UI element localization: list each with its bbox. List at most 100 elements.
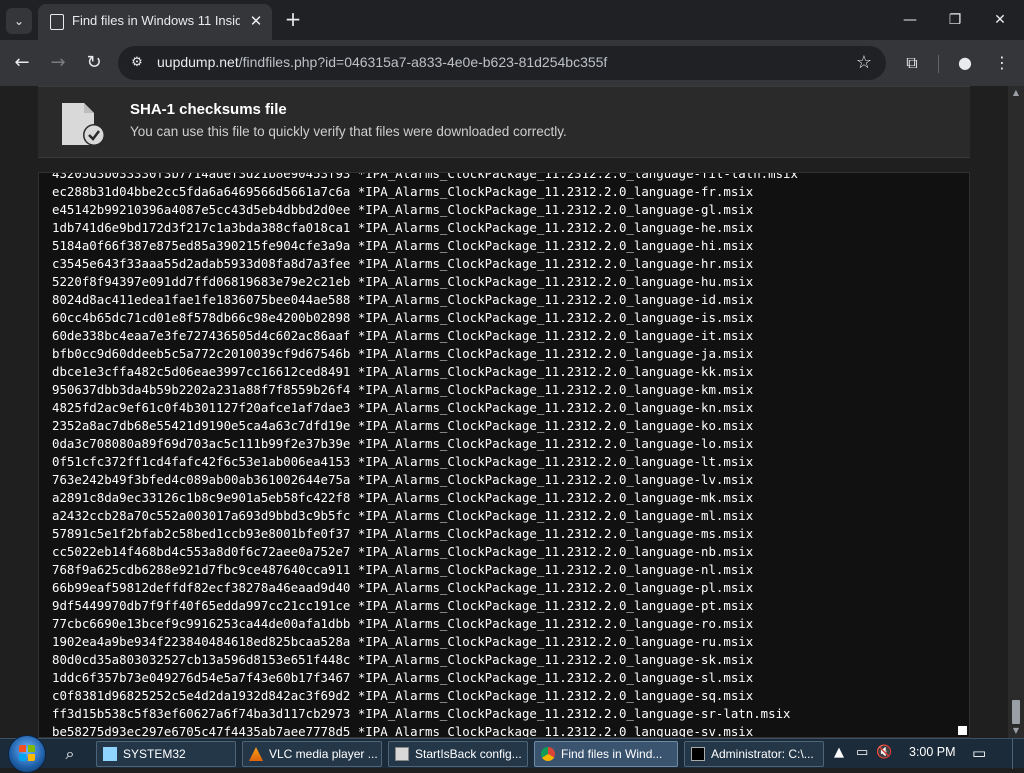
minimize-icon: — (903, 12, 917, 28)
cmd-icon (691, 747, 705, 761)
checksum-line: 60de338bc4eaa7e3fe727436505d4c602ac86aaf… (52, 328, 754, 343)
taskbar-item-label: Find files in Wind... (561, 747, 663, 761)
checksum-line: 950637dbb3da4b59b2202a231a88f7f8559b26f4… (52, 382, 754, 397)
back-button[interactable]: ← (8, 49, 36, 77)
checksum-line: 0da3c708080a89f69d703ac5c111b99f2e37b39e… (52, 436, 754, 451)
page-favicon-icon (50, 14, 64, 30)
checksum-lines: 43205d3b033330f3b7714adef3d21b8e90453f93… (52, 172, 798, 738)
taskbar-item-label: SYSTEM32 (123, 747, 186, 761)
checksum-line: c3545e643f33aaa55d2adab5933d08fa8d7a3fee… (52, 256, 754, 271)
reload-icon: ↻ (86, 52, 102, 73)
arrow-right-icon: → (50, 52, 66, 73)
checksum-line: 60cc4b65dc71cd01e8f578db66c98e4200b02898… (52, 310, 754, 325)
arrow-left-icon: ← (14, 52, 30, 73)
taskbar-item-label: VLC media player ... (269, 747, 378, 761)
scrollbar-thumb[interactable] (1012, 700, 1020, 724)
search-icon[interactable]: ⌕ (58, 743, 82, 765)
tab-search-button[interactable]: ⌄ (6, 8, 32, 34)
checksum-line: 0f51cfc372ff1cd4fafc42f6c53e1ab006ea4153… (52, 454, 754, 469)
checksum-line: 9df5449970db7f9ff40f65edda997cc21cc191ce… (52, 598, 754, 613)
toolbar-divider (938, 55, 939, 73)
settings-window-icon (395, 747, 409, 761)
site-info-icon[interactable]: ⚙ (128, 54, 146, 72)
checksum-line: 57891c5e1f2bfab2c58bed1ccb93e8001bfe0f37… (52, 526, 754, 541)
taskbar-item-vlc[interactable]: VLC media player ... (242, 741, 382, 767)
address-bar[interactable]: ⚙ uupdump.net/findfiles.php?id=046315a7-… (118, 46, 886, 80)
active-tab[interactable]: Find files in Windows 11 Insider ✕ (38, 4, 272, 40)
checksum-line: dbce1e3cffa482c5d06eae3997cc16612ced8491… (52, 364, 754, 379)
checksums-textarea[interactable]: 43205d3b033330f3b7714adef3d21b8e90453f93… (38, 172, 970, 738)
taskbar-item-cmd[interactable]: Administrator: C:\... (684, 741, 824, 767)
checksum-line: 763e242b49f3bfed4c089ab00ab361002644e75a… (52, 472, 754, 487)
checksum-line: a2432ccb28a70c552a003017a693d9bbd3c9b5fc… (52, 508, 754, 523)
checksums-card: SHA-1 checksums file You can use this fi… (38, 86, 970, 158)
page-scrollbar[interactable]: ▲ ▼ (1008, 86, 1024, 738)
menu-kebab-icon[interactable]: ⋮ (988, 49, 1016, 77)
taskbar-item-startisback[interactable]: StartIsBack config... (388, 741, 528, 767)
volume-muted-icon[interactable]: 🔇 (876, 745, 892, 760)
checksum-line: 43205d3b033330f3b7714adef3d21b8e90453f93… (52, 172, 798, 181)
extensions-icon[interactable]: ⧉ (898, 49, 926, 77)
close-icon: ✕ (994, 12, 1006, 28)
checksum-line: 80d0cd35a803032527cb13a596d8153e651f448c… (52, 652, 754, 667)
page-content: SHA-1 checksums file You can use this fi… (0, 86, 1008, 738)
checksum-line: 8024d8ac411edea1fae1fe1836075bee044ae588… (52, 292, 754, 307)
checksum-line: 1db741d6e9bd172d3f217c1a3bda388cfa018ca1… (52, 220, 754, 235)
checksum-line: ec288b31d04bbe2cc5fda6a6469566d5661a7c6a… (52, 184, 754, 199)
forward-button[interactable]: → (44, 49, 72, 77)
resize-handle[interactable] (958, 726, 967, 735)
show-desktop-button[interactable] (1012, 739, 1024, 769)
checksum-line: e45142b99210396a4087e5cc43d5eb4dbbd2d0ee… (52, 202, 754, 217)
chevron-down-icon: ⌄ (13, 14, 25, 28)
tab-bar: ⌄ Find files in Windows 11 Insider ✕ + —… (0, 0, 1024, 40)
close-window-button[interactable]: ✕ (980, 6, 1020, 34)
browser-toolbar: ← → ↻ ⚙ uupdump.net/findfiles.php?id=046… (0, 40, 1024, 86)
checksum-line: cc5022eb14f468bd4c553a8d0f6c72aee0a752e7… (52, 544, 754, 559)
start-button[interactable] (8, 735, 46, 773)
checksum-line: 77cbc6690e13bcef9c9916253ca44de00afa1dbb… (52, 616, 754, 631)
restore-icon: ❐ (948, 12, 962, 28)
checksum-line: 2352a8ac7db68e55421d9190e5ca4a63c7dfd19e… (52, 418, 754, 433)
taskbar: ⌕ SYSTEM32 VLC media player ... StartIsB… (0, 735, 1024, 773)
tab-title: Find files in Windows 11 Insider (72, 13, 240, 28)
checksum-line: ff3d15b538c5f83ef60627a6f74ba3d117cb2973… (52, 706, 791, 721)
checksum-line: a2891c8da9ec33126c1b8c9e901a5eb58fc422f8… (52, 490, 754, 505)
checksum-line: 768f9a625cdb6288e921d7fbc9ce487640cca911… (52, 562, 754, 577)
url-text[interactable]: uupdump.net/findfiles.php?id=046315a7-a8… (157, 54, 607, 70)
taskbar-item-label: StartIsBack config... (415, 747, 522, 761)
windows-logo-icon (19, 745, 35, 761)
vlc-icon (249, 747, 263, 761)
checksum-line: be58275d93ec297e6705c47f4435ab7aee7778d5… (52, 724, 754, 738)
taskbar-item-label: Administrator: C:\... (711, 747, 814, 761)
card-description: You can use this file to quickly verify … (130, 124, 567, 139)
tray-overflow-icon[interactable]: ▲ (834, 745, 844, 760)
profile-icon[interactable]: ● (951, 49, 979, 77)
checksum-line: 4825fd2ac9ef61c0f4b301127f20afce1af7dae3… (52, 400, 754, 415)
bookmark-star-icon[interactable]: ☆ (856, 52, 872, 73)
tab-close-icon[interactable]: ✕ (246, 11, 266, 31)
checksum-line: c0f8381d96825252c5e4d2da1932d842ac3f69d2… (52, 688, 754, 703)
network-icon[interactable]: ▭ (856, 745, 868, 760)
clock[interactable]: 3:00 PM (909, 745, 956, 759)
taskbar-item-chrome[interactable]: Find files in Wind... (534, 741, 678, 767)
checksum-line: 1902ea4a9be934f223840484618ed825bcaa528a… (52, 634, 754, 649)
checksum-line: 5184a0f66f387e875ed85a390215fe904cfe3a9a… (52, 238, 754, 253)
folder-icon (103, 747, 117, 761)
checksum-line: 5220f8f94397e091dd7ffd06819683e79e2c21eb… (52, 274, 754, 289)
action-center-icon[interactable]: ▭ (972, 744, 986, 762)
new-tab-button[interactable]: + (282, 8, 304, 30)
reload-button[interactable]: ↻ (80, 49, 108, 77)
minimize-button[interactable]: — (890, 6, 930, 34)
taskbar-item-system32[interactable]: SYSTEM32 (96, 741, 236, 767)
url-path: /findfiles.php?id=046315a7-a833-4e0e-b62… (238, 54, 608, 70)
maximize-button[interactable]: ❐ (935, 6, 975, 34)
scroll-up-icon[interactable]: ▲ (1011, 88, 1021, 97)
scroll-down-icon[interactable]: ▼ (1011, 726, 1021, 735)
card-title: SHA-1 checksums file (130, 101, 287, 118)
checksum-line: 66b99eaf59812deffdf82ecf38278a46eaad9d40… (52, 580, 754, 595)
checksum-line: 1ddc6f357b73e049276d54e5a7f43e60b17f3467… (52, 670, 754, 685)
checksum-line: bfb0cc9d60ddeeb5c5a772c2010039cf9d67546b… (52, 346, 754, 361)
chrome-icon (541, 747, 555, 761)
url-host: uupdump.net (157, 54, 239, 70)
file-check-icon (62, 103, 105, 146)
